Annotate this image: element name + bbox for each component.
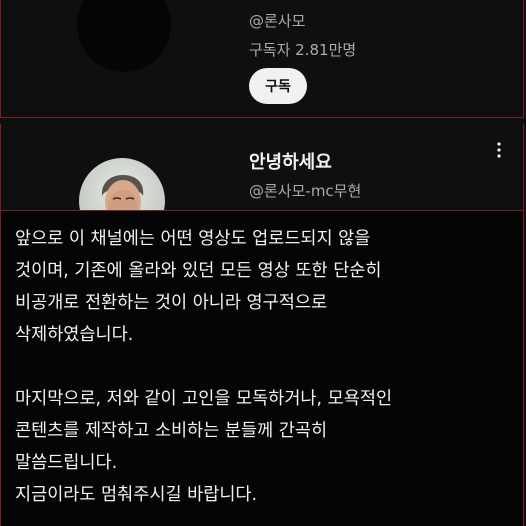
channel-header: @론사모 구독자 2.81만명 구독 xyxy=(0,0,524,118)
post-header: 안녕하세요 @론사모-mc무현 xyxy=(0,124,524,210)
message-line: 앞으로 이 채널에는 어떤 영상도 업로드되지 않을 xyxy=(15,229,371,249)
subscriber-count: 구독자 2.81만명 xyxy=(249,41,357,59)
channel-avatar[interactable] xyxy=(77,0,171,72)
message-line: 것이며, 기존에 올라와 있던 모든 영상 또한 단순히 xyxy=(15,261,382,281)
subscribe-button[interactable]: 구독 xyxy=(249,68,307,104)
message-line: 삭제하였습니다. xyxy=(15,325,134,345)
message-line: 비공개로 전환하는 것이 아니라 영구적으로 xyxy=(15,293,328,313)
post-author-handle[interactable]: @론사모-mc무현 xyxy=(249,180,361,201)
channel-handle[interactable]: @론사모 xyxy=(249,10,305,31)
message-text: 앞으로 이 채널에는 어떤 영상도 업로드되지 않을 것이며, 기존에 올라와 … xyxy=(15,223,509,511)
post-message: 앞으로 이 채널에는 어떤 영상도 업로드되지 않을 것이며, 기존에 올라와 … xyxy=(0,210,524,526)
message-line: 말씀드립니다. xyxy=(15,453,118,473)
message-line: 콘텐츠를 제작하고 소비하는 분들께 간곡히 xyxy=(15,421,328,441)
avatar-portrait-image xyxy=(79,158,165,210)
message-line: 마지막으로, 저와 같이 고인을 모독하거나, 모욕적인 xyxy=(15,389,393,409)
message-line: 지금이라도 멈춰주시길 바랍니다. xyxy=(15,485,258,505)
more-vertical-icon xyxy=(497,142,501,158)
more-options-button[interactable] xyxy=(491,140,507,160)
post-title: 안녕하세요 xyxy=(249,152,332,173)
post-author-avatar[interactable] xyxy=(79,158,165,210)
